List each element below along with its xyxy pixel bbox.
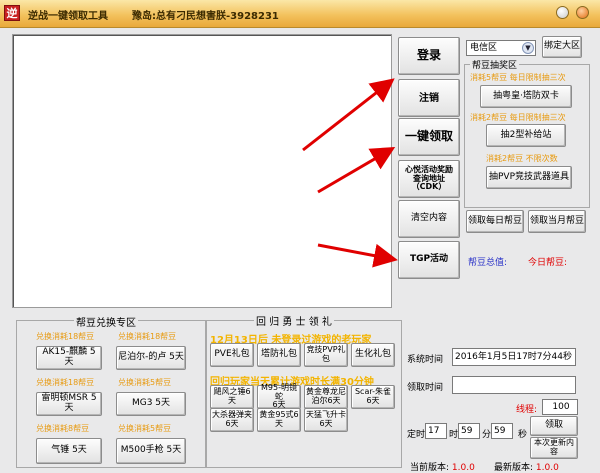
gift-button[interactable]: 竞技PVP礼 包 <box>304 343 348 367</box>
latest-version: 最新版本: 1.0.0 <box>494 460 559 473</box>
bind-server-button[interactable]: 绑定大区 <box>542 36 582 58</box>
update-notes-button[interactable]: 本次更新内 容 <box>530 437 578 459</box>
draw-item2-button[interactable]: 抽2型补给站 <box>486 124 566 147</box>
app-logo-icon: 逆 <box>4 5 20 21</box>
exchange-button[interactable]: 尼泊尔-的卢 5天 <box>116 346 186 370</box>
current-version-label: 当前版本: <box>410 463 450 473</box>
claim-time-label: 领取时间 <box>407 383 444 393</box>
current-version: 当前版本: 1.0.0 <box>410 460 475 473</box>
claim-time-field[interactable] <box>452 376 576 394</box>
gift-button[interactable]: 大杀器弹夹 6天 <box>210 408 254 432</box>
log-textarea[interactable] <box>12 34 392 308</box>
hour-field[interactable]: 17 <box>425 423 447 439</box>
minimize-button[interactable] <box>556 6 569 19</box>
gift-button[interactable]: PVE礼包 <box>210 343 254 367</box>
veterans-title: 回 归 勇 士 领 礼 <box>254 313 334 328</box>
claim-all-button[interactable]: 一键领取 <box>398 118 460 156</box>
draw-area-title: 帮豆抽奖区 <box>470 58 520 71</box>
draw-item1-cost: 消耗5帮豆 每日限制抽三次 <box>470 73 566 82</box>
gift-button[interactable]: 塔防礼包 <box>257 343 301 367</box>
server-select-value: 电信区 <box>470 43 498 53</box>
minute-field[interactable]: 59 <box>458 423 480 439</box>
close-button[interactable] <box>576 6 589 19</box>
exchange-button[interactable]: 雷明顿MSR 5天 <box>36 392 102 416</box>
draw-item2-cost: 消耗2帮豆 每日限制抽三次 <box>470 113 566 122</box>
exchange-cost: 兑换消耗18帮豆 <box>36 378 95 387</box>
latest-version-value: 1.0.0 <box>535 463 559 473</box>
login-button[interactable]: 登录 <box>398 37 460 75</box>
gift-button[interactable]: 飓风之锤6 天 <box>210 385 254 409</box>
gift-button[interactable]: 黄金尊龙尼 泊尔6天 <box>304 385 348 409</box>
tgp-activity-button[interactable]: TGP活动 <box>398 241 460 279</box>
exchange-button[interactable]: 气锤 5天 <box>36 438 102 464</box>
gift-button[interactable]: 黄金95式6 天 <box>257 408 301 432</box>
title-bar: 逆 逆战一键领取工具 豫岛:总有刁民想害朕-3928231 <box>0 0 600 28</box>
server-select[interactable]: 电信区 ▼ <box>466 40 536 56</box>
current-version-value: 1.0.0 <box>451 463 475 473</box>
threads-label: 线程: <box>516 405 538 415</box>
gift-button[interactable]: 生化礼包 <box>351 343 395 367</box>
window-user: 豫岛:总有刁民想害朕-3928231 <box>132 11 279 22</box>
timer-label: 定时 <box>407 430 426 440</box>
monthly-beans-button[interactable]: 领取当月帮豆 <box>528 210 586 233</box>
gift-button[interactable]: 天猛飞升卡 6天 <box>304 408 348 432</box>
clear-content-button[interactable]: 清空内容 <box>398 200 460 238</box>
claim-button[interactable]: 领取 <box>530 416 578 436</box>
logout-button[interactable]: 注销 <box>398 79 460 117</box>
window-title: 逆战一键领取工具 <box>28 11 108 22</box>
today-beans-label: 今日帮豆: <box>528 258 568 268</box>
system-time-field[interactable]: 2016年1月5日17时7分44秒 <box>452 348 576 366</box>
draw-item3-cost: 消耗2帮豆 不限次数 <box>486 154 558 163</box>
threads-field[interactable]: 100 <box>542 399 578 415</box>
gift-button[interactable]: M95-明镜蛇 6天 <box>257 383 301 409</box>
exchange-cost: 兑换消耗5帮豆 <box>118 378 172 387</box>
draw-item1-button[interactable]: 抽粤皇·塔防双卡 <box>480 85 572 108</box>
hour-unit: 时 <box>449 430 459 440</box>
exchange-button[interactable]: MG3 5天 <box>116 392 186 416</box>
gift-button[interactable]: Scar-朱雀 6天 <box>351 385 395 409</box>
exchange-cost: 兑换消耗5帮豆 <box>118 424 172 433</box>
minute-unit: 分 <box>482 430 492 440</box>
second-unit: 秒 <box>518 430 528 440</box>
exchange-cost: 兑换消耗8帮豆 <box>36 424 90 433</box>
latest-version-label: 最新版本: <box>494 463 534 473</box>
exchange-button[interactable]: M500手枪 5天 <box>116 438 186 464</box>
chevron-down-icon[interactable]: ▼ <box>522 42 534 54</box>
exchange-cost: 兑换消耗18帮豆 <box>36 332 95 341</box>
draw-item3-button[interactable]: 抽PVP竞技武器道具 <box>486 166 572 189</box>
daily-beans-button[interactable]: 领取每日帮豆 <box>466 210 524 233</box>
cdk-query-button[interactable]: 心悦活动奖励 查询地址 （CDK） <box>398 160 460 198</box>
exchange-title: 帮豆兑换专区 <box>74 314 138 329</box>
exchange-cost: 兑换消耗18帮豆 <box>118 332 177 341</box>
total-beans-label: 帮豆总值: <box>468 258 508 268</box>
second-field[interactable]: 59 <box>491 423 513 439</box>
system-time-label: 系统时间 <box>407 355 444 365</box>
exchange-button[interactable]: AK15-麒麟 5天 <box>36 346 102 370</box>
